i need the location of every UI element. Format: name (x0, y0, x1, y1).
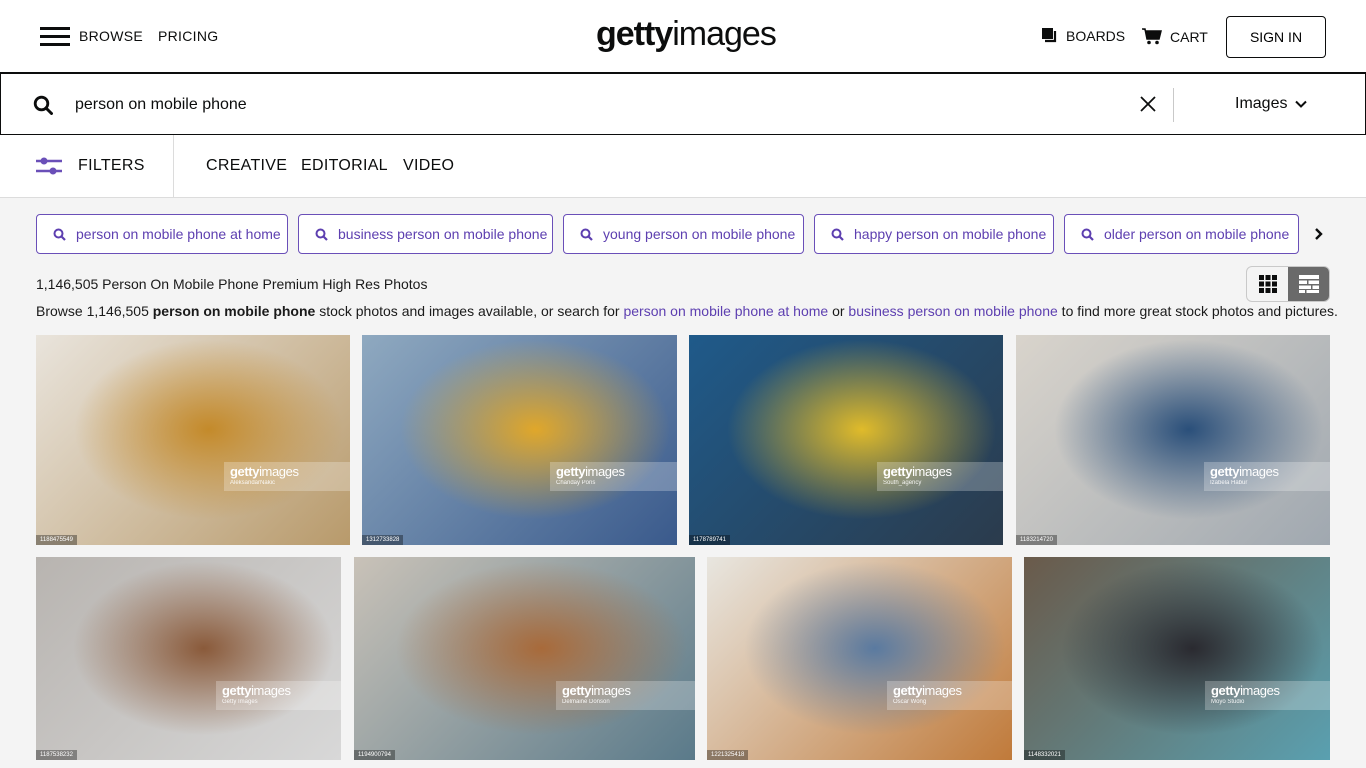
chip-label: person on mobile phone at home (76, 226, 281, 242)
grid-icon (1258, 275, 1277, 293)
desc-link-at-home[interactable]: person on mobile phone at home (623, 303, 828, 319)
hamburger-menu-icon[interactable] (40, 27, 70, 47)
image-id: 1194900794 (354, 750, 395, 760)
image-id: 1183214720 (1016, 535, 1057, 545)
results-title: 1,146,505 Person On Mobile Phone Premium… (36, 276, 428, 292)
logo-light: images (672, 15, 777, 53)
image-tile[interactable]: gettyimages Delmaine Donson 1194900794 (354, 557, 695, 760)
photo-credit: South_agency (883, 480, 922, 486)
photo-credit: Izabela Habur (1210, 480, 1248, 486)
photo-credit: Moyo Studio (1211, 699, 1245, 705)
desc-or: or (828, 303, 849, 319)
image-tile[interactable]: gettyimages Moyo Studio 1148332021 (1024, 557, 1330, 760)
view-toggle (1246, 266, 1330, 302)
sign-in-button[interactable]: SIGN IN (1226, 16, 1326, 58)
search-icon (831, 228, 844, 241)
desc-prefix: Browse 1,146,505 (36, 303, 153, 319)
chevron-down-icon (1295, 100, 1308, 108)
tab-editorial[interactable]: EDITORIAL (301, 157, 388, 175)
related-search-chip[interactable]: happy person on mobile phone (814, 214, 1054, 254)
search-icon (315, 228, 328, 241)
chip-label: older person on mobile phone (1104, 226, 1290, 242)
image-id: 1221325418 (707, 750, 749, 760)
watermark: gettyimages South_agency (877, 462, 1003, 491)
cart-link[interactable]: CART (1142, 28, 1208, 45)
watermark-logo: gettyimages (1211, 683, 1280, 698)
image-id: 1312733828 (362, 535, 404, 545)
search-bar: Images (0, 74, 1366, 135)
tab-video[interactable]: VIDEO (403, 157, 454, 175)
photo-credit: Chanday Pons (556, 480, 596, 486)
image-tile[interactable]: gettyimages Getty Images 1187538232 (36, 557, 341, 760)
desc-middle: stock photos and images available, or se… (315, 303, 624, 319)
asset-type-select[interactable]: Images (1235, 95, 1308, 113)
watermark-logo: gettyimages (1210, 464, 1279, 479)
watermark-logo: gettyimages (883, 464, 952, 479)
tab-creative[interactable]: CREATIVE (206, 157, 287, 175)
image-id: 1178789741 (689, 535, 730, 545)
mosaic-icon (1298, 275, 1319, 293)
image-tile[interactable]: gettyimages South_agency 1178789741 (689, 335, 1003, 545)
image-id: 1188475549 (36, 535, 77, 545)
photo-credit: Delmaine Donson (562, 699, 610, 705)
filters-button[interactable]: FILTERS (0, 135, 174, 197)
nav-browse[interactable]: BROWSE (79, 28, 143, 44)
filter-bar: FILTERS CREATIVE EDITORIAL VIDEO (0, 135, 1366, 198)
search-icon[interactable] (33, 95, 53, 115)
desc-bold-term: person on mobile phone (152, 303, 316, 319)
watermark: gettyimages Oscar Wong (887, 681, 1012, 710)
cart-label: CART (1170, 28, 1208, 45)
related-search-chip[interactable]: young person on mobile phone (563, 214, 804, 254)
getty-images-logo[interactable]: gettyimages (596, 14, 777, 54)
search-input[interactable] (75, 92, 1075, 118)
chip-label: young person on mobile phone (603, 226, 796, 242)
watermark-logo: gettyimages (893, 683, 962, 698)
filters-label: FILTERS (78, 157, 145, 174)
chevron-right-icon[interactable] (1311, 224, 1327, 244)
top-header: BROWSE PRICING gettyimages BOARDS CART S… (0, 0, 1366, 74)
mosaic-view-button[interactable] (1288, 267, 1329, 301)
related-search-chip[interactable]: person on mobile phone at home (36, 214, 288, 254)
boards-link[interactable]: BOARDS (1042, 28, 1125, 44)
boards-icon (1042, 28, 1057, 43)
watermark: gettyimages Delmaine Donson (556, 681, 695, 710)
watermark: gettyimages Getty Images (216, 681, 341, 710)
image-tile[interactable]: gettyimages AleksandarNakic 1188475549 (36, 335, 350, 545)
search-divider (1173, 88, 1174, 122)
related-search-chip[interactable]: older person on mobile phone (1064, 214, 1299, 254)
photo-credit: Oscar Wong (893, 699, 927, 705)
filter-sliders-icon (36, 157, 62, 175)
watermark: gettyimages Moyo Studio (1205, 681, 1330, 710)
image-tile[interactable]: gettyimages Chanday Pons 1312733828 (362, 335, 677, 545)
photo-credit: AleksandarNakic (230, 480, 276, 486)
search-icon (1081, 228, 1094, 241)
boards-label: BOARDS (1066, 28, 1126, 44)
image-tile[interactable]: gettyimages Izabela Habur 1183214720 (1016, 335, 1330, 545)
watermark-logo: gettyimages (556, 464, 625, 479)
image-tile[interactable]: gettyimages Oscar Wong 1221325418 (707, 557, 1012, 760)
watermark: gettyimages Chanday Pons (550, 462, 677, 491)
cart-icon (1142, 28, 1162, 45)
results-description: Browse 1,146,505 person on mobile phone … (36, 303, 1338, 319)
image-id: 1148332021 (1024, 750, 1065, 760)
watermark: gettyimages Izabela Habur (1204, 462, 1330, 491)
watermark-logo: gettyimages (230, 464, 299, 479)
photo-credit: Getty Images (222, 699, 258, 705)
chip-label: business person on mobile phone (338, 226, 548, 242)
clear-search-icon[interactable] (1138, 94, 1158, 114)
asset-type-label: Images (1235, 95, 1288, 112)
image-id: 1187538232 (36, 750, 77, 760)
desc-suffix: to find more great stock photos and pict… (1057, 303, 1338, 319)
nav-pricing[interactable]: PRICING (158, 28, 218, 44)
chip-label: happy person on mobile phone (854, 226, 1047, 242)
grid-view-button[interactable] (1247, 267, 1288, 301)
desc-link-business[interactable]: business person on mobile phone (848, 303, 1057, 319)
related-search-chip[interactable]: business person on mobile phone (298, 214, 553, 254)
watermark-logo: gettyimages (562, 683, 631, 698)
search-icon (580, 228, 593, 241)
watermark: gettyimages AleksandarNakic (224, 462, 350, 491)
search-icon (53, 228, 66, 241)
logo-bold: getty (596, 15, 673, 53)
watermark-logo: gettyimages (222, 683, 291, 698)
